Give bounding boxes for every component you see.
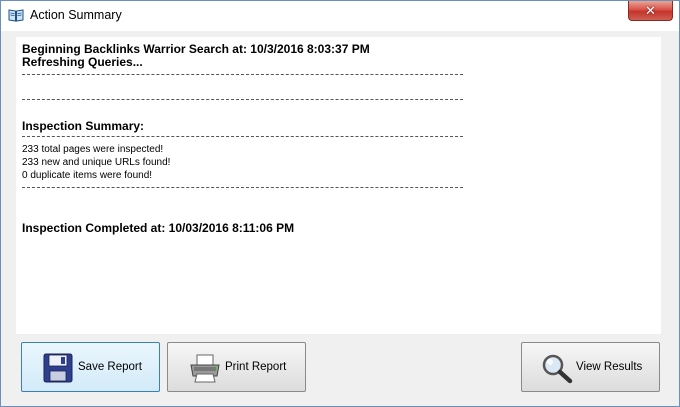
report-text-area[interactable]: Beginning Backlinks Warrior Search at: 1… (16, 37, 661, 334)
printer-icon (190, 354, 220, 383)
divider (22, 136, 463, 137)
divider (22, 74, 463, 75)
save-report-label: Save Report (78, 361, 142, 373)
inspection-summary-heading: Inspection Summary: (22, 119, 145, 133)
title-bar[interactable]: Action Summary ✕ (1, 1, 679, 31)
action-summary-window: Action Summary ✕ Beginning Backlinks War… (0, 0, 680, 407)
magnifier-icon (542, 354, 573, 384)
inspection-completed-line: Inspection Completed at: 10/03/2016 8:11… (22, 221, 295, 235)
divider (22, 187, 463, 188)
close-button[interactable]: ✕ (628, 1, 673, 21)
refreshing-queries-line: Refreshing Queries... (22, 55, 143, 69)
stat-duplicates: 0 duplicate items were found! (22, 170, 153, 181)
book-icon (8, 9, 24, 22)
view-results-label: View Results (576, 361, 643, 373)
window-title: Action Summary (30, 8, 122, 22)
divider (22, 99, 463, 100)
print-report-label: Print Report (225, 361, 287, 373)
search-start-line: Beginning Backlinks Warrior Search at: 1… (22, 42, 370, 56)
stat-total-pages: 233 total pages were inspected! (22, 144, 164, 155)
save-report-button[interactable]: Save Report (21, 342, 160, 392)
view-results-button[interactable]: View Results (521, 342, 660, 392)
print-report-button[interactable]: Print Report (167, 342, 306, 392)
floppy-disk-icon (43, 353, 73, 383)
close-icon: ✕ (645, 3, 656, 18)
stat-unique-urls: 233 new and unique URLs found! (22, 157, 171, 168)
